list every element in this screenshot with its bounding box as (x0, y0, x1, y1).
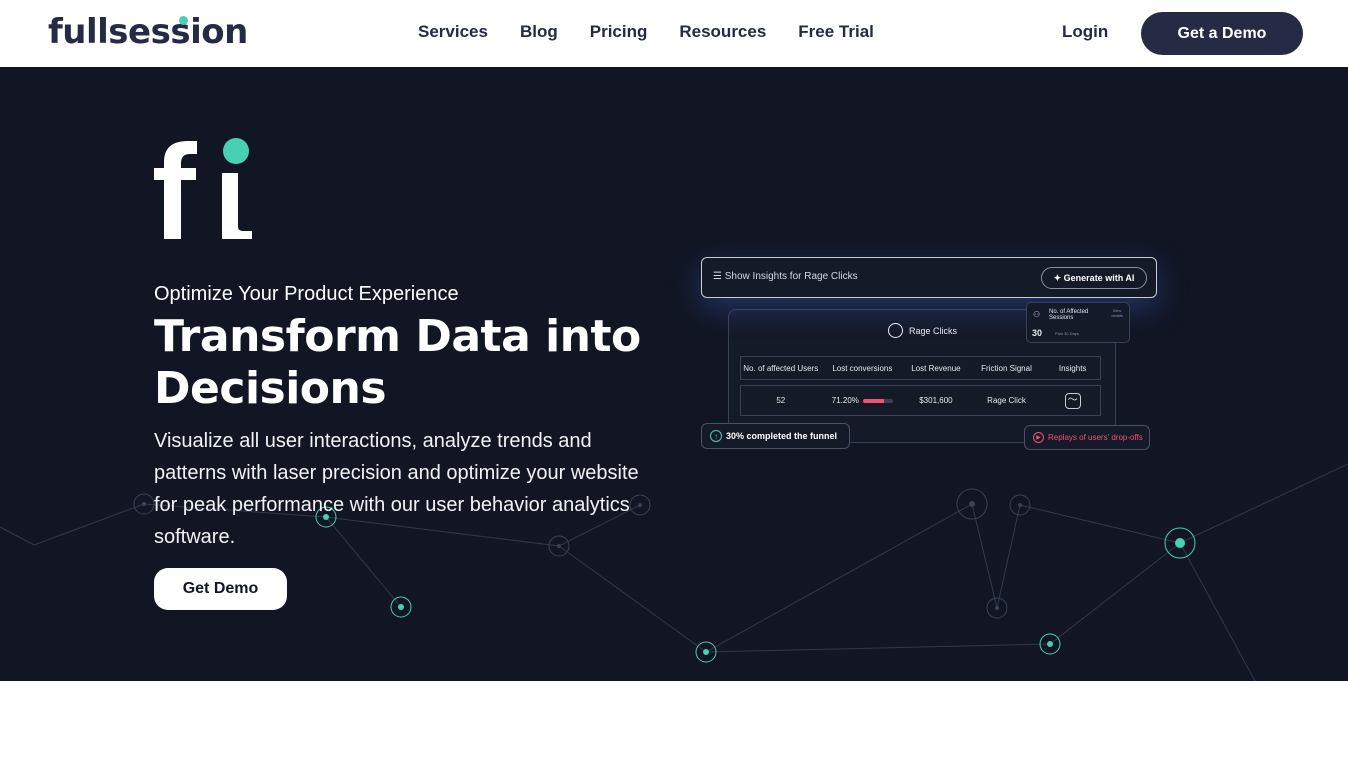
hero-headline: Transform Data into Decisions (154, 311, 641, 414)
trend-chart-icon[interactable]: 〜 (1064, 392, 1081, 409)
conversions-value: 71.20% (831, 396, 859, 405)
get-a-demo-button[interactable]: Get a Demo (1141, 12, 1303, 55)
col-friction-signal: Friction Signal (981, 363, 1032, 373)
query-text: ☰ Show Insights for Rage Clicks (713, 271, 858, 282)
nav-free-trial[interactable]: Free Trial (798, 22, 874, 42)
top-navigation: fullsession Services Blog Pricing Resour… (0, 0, 1348, 67)
funnel-badge: ↑ 30% completed the funnel (701, 423, 850, 449)
cell-conversions: 71.20% (821, 386, 905, 415)
cell-revenue: $301,600 (919, 396, 953, 405)
replays-label: Replays of users' drop-offs (1048, 433, 1143, 442)
insights-query-bar: ☰ Show Insights for Rage Clicks ✦ Genera… (701, 257, 1157, 298)
nav-pricing[interactable]: Pricing (590, 22, 648, 42)
hero-eyebrow: Optimize Your Product Experience (154, 283, 459, 305)
logo-dot-icon (179, 16, 188, 25)
frown-face-icon (888, 323, 903, 338)
cell-signal: Rage Click (987, 396, 1026, 405)
funnel-label: 30% completed the funnel (726, 431, 838, 441)
brand-logo-text: fullsession (48, 12, 248, 52)
sparkle-icon: ✦ (1053, 272, 1064, 283)
main-menu: Services Blog Pricing Resources Free Tri… (418, 22, 874, 42)
affected-period: Past 30 Days (1055, 331, 1079, 336)
rage-clicks-label: Rage Clicks (909, 325, 958, 336)
affected-value: 30 (1032, 328, 1043, 338)
col-lost-revenue: Lost Revenue (911, 363, 961, 373)
table-header: No. of affected Users Lost conversions L… (740, 356, 1101, 380)
cell-users: 52 (776, 396, 786, 405)
rage-clicks-title: Rage Clicks (888, 323, 957, 338)
query-label: Show Insights for Rage Clicks (724, 271, 858, 282)
login-link[interactable]: Login (1062, 22, 1108, 42)
hero-section: Optimize Your Product Experience Transfo… (0, 67, 1348, 681)
col-affected-users: No. of affected Users (743, 363, 819, 373)
fi-logo-icon (154, 138, 252, 239)
arrow-up-icon: ↑ (710, 430, 722, 442)
table-row: 52 71.20% $301,600 Rage Click 〜 (740, 385, 1101, 416)
generate-with-ai-button[interactable]: ✦ Generate with AI (1041, 267, 1147, 289)
ai-button-label: Generate with AI (1063, 272, 1135, 283)
hero-description: Visualize all user interactions, analyze… (154, 430, 639, 548)
nav-resources[interactable]: Resources (679, 22, 766, 42)
brand-logo[interactable]: fullsession (48, 12, 248, 52)
affected-sessions-card: ⚇ No. of Affected Sessions View details … (1026, 302, 1130, 343)
get-demo-button[interactable]: Get Demo (154, 568, 287, 610)
view-details-link[interactable]: View details (1107, 308, 1127, 318)
play-icon: ▶ (1033, 432, 1044, 443)
col-insights: Insights (1058, 363, 1087, 373)
col-lost-conversions: Lost conversions (832, 363, 893, 373)
cell-insights: 〜 (1045, 386, 1100, 415)
conversion-bar-fill (862, 398, 885, 403)
nav-blog[interactable]: Blog (520, 22, 558, 42)
replays-badge[interactable]: ▶ Replays of users' drop-offs (1024, 425, 1150, 450)
search-list-icon: ☰ (713, 271, 725, 282)
nav-services[interactable]: Services (418, 22, 488, 42)
affected-title: No. of Affected Sessions (1049, 309, 1089, 321)
conversion-bar (862, 398, 893, 403)
users-icon: ⚇ (1033, 310, 1041, 319)
